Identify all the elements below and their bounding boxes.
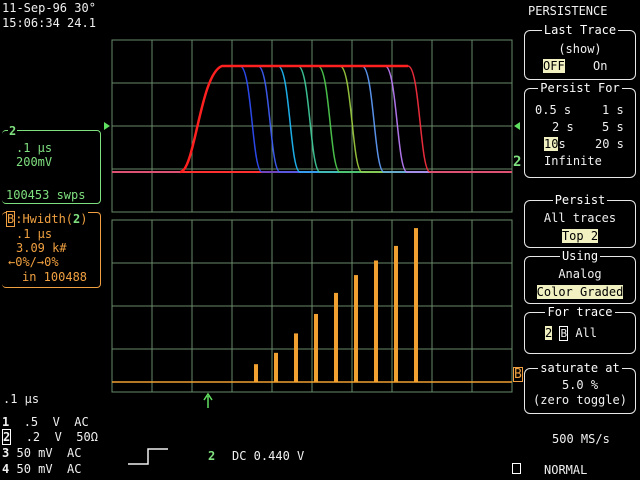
persist-opt-1[interactable]: 1 s	[602, 103, 624, 117]
sample-rate: 500 MS/s	[552, 432, 610, 446]
hist-bar-1	[254, 364, 258, 382]
hist-bar-2	[274, 352, 278, 382]
channel-4-coupling: AC	[67, 462, 82, 476]
hist-bar-4	[314, 313, 318, 382]
for-trace-label: For trace	[545, 305, 615, 319]
traceB-marker-right: B	[513, 367, 523, 382]
persist-button[interactable]: Persist All traces Top 2	[524, 193, 636, 248]
trace2-timebase: .1 μs	[16, 141, 53, 155]
for-trace-button[interactable]: For trace 2 B All	[524, 305, 636, 354]
menu-title: PERSISTENCE	[528, 4, 608, 18]
channel-4-id: 4	[2, 462, 10, 476]
using-label: Using	[559, 249, 601, 263]
traceB-range: ←0%/→0%	[8, 255, 59, 269]
channel-3-volts: 50 mV	[16, 446, 53, 460]
trigger-position-arrow	[203, 392, 213, 408]
channel-3-id: 3	[2, 446, 10, 460]
for-trace-2[interactable]: 2	[545, 326, 553, 340]
trace2-panel[interactable]: 2 .1 μs 200mV 100453 swps	[2, 124, 101, 204]
trigger-channel: 2	[208, 449, 216, 463]
for-trace-all[interactable]: All	[575, 326, 597, 340]
timebase-readout: .1 μs	[3, 392, 40, 406]
persist-opt-3[interactable]: 5 s	[602, 120, 624, 134]
last-trace-off[interactable]: OFF	[543, 59, 565, 73]
channel-row-3[interactable]: 3 50 mV AC	[2, 446, 82, 460]
last-trace-sub: (show)	[558, 42, 602, 56]
last-trace-label: Last Trace	[541, 23, 619, 37]
hist-bar-3	[294, 333, 298, 382]
traceB-close: )	[80, 212, 88, 226]
channel-2-coupling: 50Ω	[76, 430, 98, 444]
hist-bar-9	[414, 228, 418, 382]
saturate-note: (zero toggle)	[533, 393, 627, 407]
saturate-button[interactable]: saturate at 5.0 % (zero toggle)	[524, 361, 636, 414]
using-line2: Color Graded	[536, 285, 624, 299]
trigger-slope-icon	[128, 448, 168, 465]
persist-line2: Top 2	[561, 229, 599, 243]
channel-1-volts: .5 V	[23, 415, 60, 429]
saturate-label: saturate at	[538, 361, 622, 375]
last-trace-on[interactable]: On	[593, 59, 607, 73]
trace2-id: 2	[8, 124, 18, 138]
channel-row-1[interactable]: 1 .5 V AC	[2, 415, 89, 429]
hist-bar-6	[354, 275, 358, 382]
persist-for-button[interactable]: Persist For 0.5 s 1 s 2 s 5 s 10s 20 s I…	[524, 81, 636, 178]
for-trace-b[interactable]: B	[559, 326, 569, 341]
traceB-func-name: :Hwidth(	[15, 212, 74, 226]
trace2-sweeps: 100453 swps	[6, 188, 86, 202]
traceB-count: in 100488	[22, 270, 88, 284]
channel-row-2[interactable]: 2 .2 V 50Ω	[2, 429, 98, 445]
traceB-panel[interactable]: B:Hwidth(2) .1 μs 3.09 k# ←0%/→0% in 100…	[2, 211, 101, 288]
last-trace-button[interactable]: Last Trace (show) OFF On	[524, 23, 636, 80]
persist-opt-0[interactable]: 0.5 s	[535, 103, 571, 117]
persist-opt-4[interactable]: 10s	[544, 137, 566, 151]
channel-1-coupling: AC	[74, 415, 89, 429]
traceB-value: 3.09 k#	[16, 241, 67, 255]
hist-bar-5	[334, 292, 338, 382]
persist-label: Persist	[552, 193, 608, 207]
saturate-value: 5.0 %	[561, 378, 599, 392]
hist-bar-8	[394, 245, 398, 382]
hist-bar-7	[374, 260, 378, 382]
traceB-id: B	[6, 211, 16, 227]
channel-2-volts: .2 V	[25, 430, 62, 444]
channel-1-id: 1	[2, 415, 10, 429]
channel-2-id: 2	[2, 429, 12, 445]
persist-line1: All traces	[543, 211, 617, 225]
acq-status-icon	[512, 463, 521, 474]
traceB-timebase: .1 μs	[16, 227, 53, 241]
for-trace-options: 2 B All	[545, 326, 597, 341]
persist-opt-6[interactable]: 20 s	[595, 137, 624, 151]
trigger-info: DC 0.440 V	[232, 449, 305, 463]
persist-opt-2[interactable]: 2 s	[552, 120, 574, 134]
persist-for-label: Persist For	[538, 81, 622, 95]
persist-opt-7[interactable]: Infinite	[544, 154, 602, 168]
trigger-mode: NORMAL	[544, 463, 588, 477]
channel-3-coupling: AC	[67, 446, 82, 460]
using-line1: Analog	[558, 267, 602, 281]
channel-4-volts: 50 mV	[16, 462, 53, 476]
right-trigger-arrow	[514, 122, 520, 130]
channel-row-4[interactable]: 4 50 mV AC	[2, 462, 82, 476]
using-button[interactable]: Using Analog Color Graded	[524, 249, 636, 304]
trace2-marker-right: 2	[513, 154, 522, 170]
traceB-func: B:Hwidth(2)	[6, 211, 88, 227]
trace2-volts: 200mV	[16, 155, 53, 169]
left-trigger-arrow	[104, 122, 110, 130]
